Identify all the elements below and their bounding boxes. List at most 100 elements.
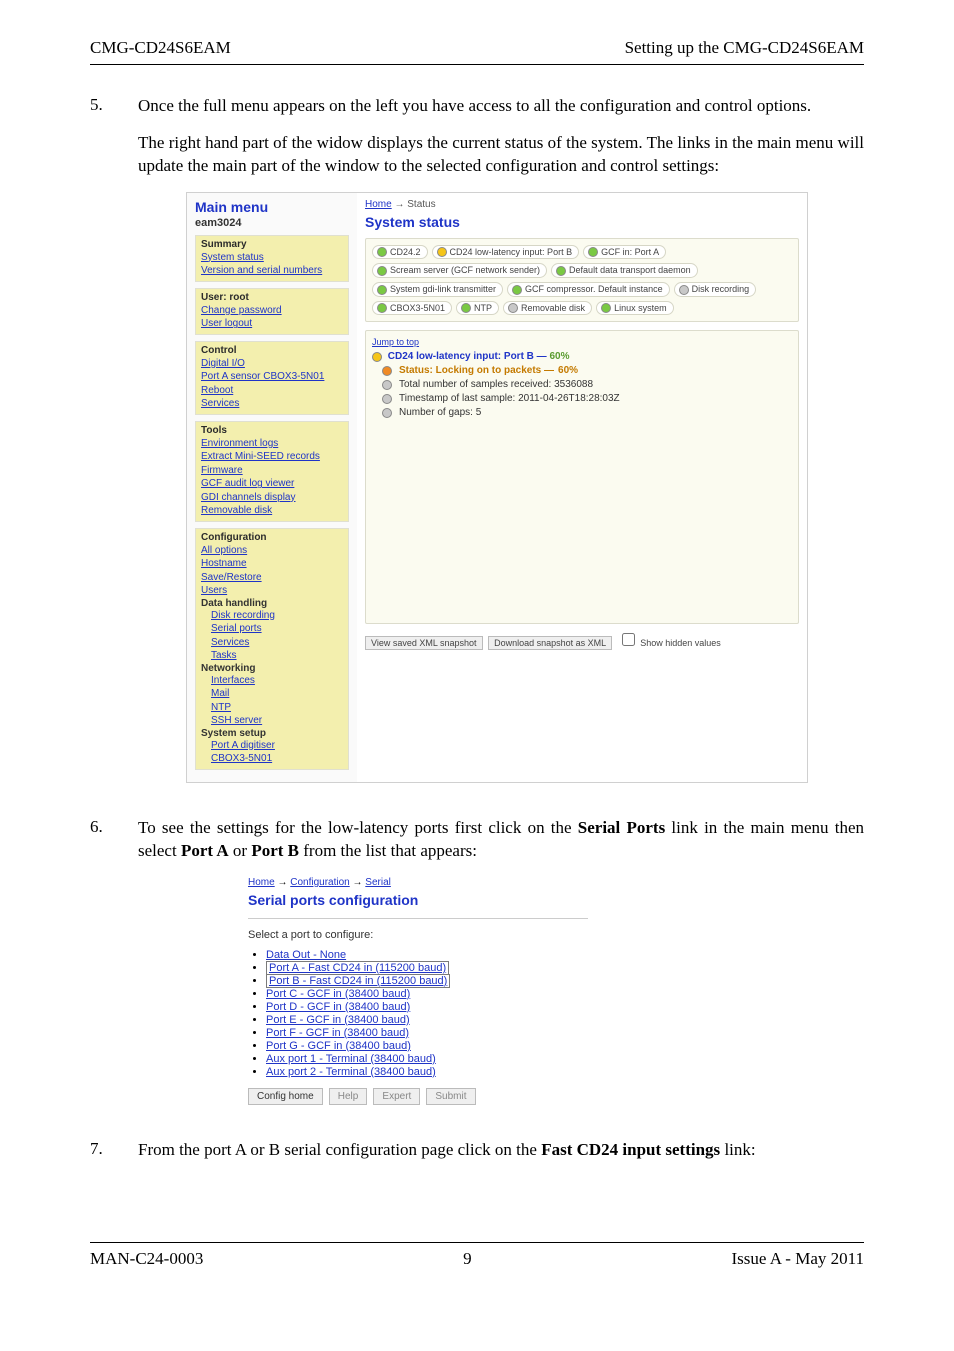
link-reboot[interactable]: Reboot	[201, 384, 343, 398]
link-gcf-audit[interactable]: GCF audit log viewer	[201, 477, 343, 491]
port-link[interactable]: Port E - GCF in (38400 baud)	[266, 1014, 410, 1026]
divider	[248, 918, 588, 919]
port-link[interactable]: Aux port 1 - Terminal (38400 baud)	[266, 1053, 436, 1065]
port-link[interactable]: Port A - Fast CD24 in (115200 baud)	[266, 961, 449, 975]
led-icon	[382, 366, 392, 376]
step-body: Once the full menu appears on the left y…	[138, 95, 864, 801]
section-title: User: root	[201, 292, 343, 303]
link-firmware[interactable]: Firmware	[201, 464, 343, 478]
port-link[interactable]: Port B - Fast CD24 in (115200 baud)	[266, 974, 450, 988]
status-pill[interactable]: Default data transport daemon	[551, 263, 698, 278]
status-pill[interactable]: Removable disk	[503, 301, 592, 316]
port-link[interactable]: Port G - GCF in (38400 baud)	[266, 1040, 411, 1052]
config-home-button[interactable]: Config home	[248, 1088, 323, 1105]
link-hostname[interactable]: Hostname	[201, 557, 343, 571]
status-lines: Status: Locking on to packets — 60%Total…	[372, 364, 792, 420]
status-pill[interactable]: GCF compressor. Default instance	[507, 282, 670, 297]
led-icon	[588, 247, 598, 257]
crumb-home[interactable]: Home	[248, 877, 275, 888]
crumb-configuration[interactable]: Configuration	[290, 877, 349, 888]
view-snapshot-button[interactable]: View saved XML snapshot	[365, 636, 483, 650]
status-line: Status: Locking on to packets — 60%	[382, 364, 792, 378]
expert-button[interactable]: Expert	[373, 1088, 420, 1105]
status-pill[interactable]: GCF in: Port A	[583, 245, 666, 260]
step-5: 5. Once the full menu appears on the lef…	[90, 95, 864, 801]
status-pill[interactable]: System gdi-link transmitter	[372, 282, 503, 297]
link-all-options[interactable]: All options	[201, 544, 343, 558]
link-services[interactable]: Services	[201, 397, 343, 411]
submit-button[interactable]: Submit	[426, 1088, 475, 1105]
link-porta-sensor[interactable]: Port A sensor CBOX3-5N01	[201, 370, 343, 384]
link-services[interactable]: Services	[211, 636, 343, 650]
page-footer: MAN-C24-0003 9 Issue A - May 2011	[90, 1243, 864, 1307]
status-pill[interactable]: NTP	[456, 301, 499, 316]
status-pills: CD24.2CD24 low-latency input: Port BGCF …	[365, 238, 799, 323]
led-icon	[377, 285, 387, 295]
status-pill[interactable]: CBOX3-5N01	[372, 301, 452, 316]
page-content: 5. Once the full menu appears on the lef…	[0, 65, 954, 1242]
link-porta-digitiser[interactable]: Port A digitiser	[211, 739, 343, 753]
port-link[interactable]: Aux port 2 - Terminal (38400 baud)	[266, 1066, 436, 1078]
status-pill[interactable]: Scream server (GCF network sender)	[372, 263, 547, 278]
list-item: Port F - GCF in (38400 baud)	[266, 1027, 588, 1039]
link-users[interactable]: Users	[201, 584, 343, 598]
subhead-networking: Networking	[201, 663, 343, 674]
port-link[interactable]: Port F - GCF in (38400 baud)	[266, 1027, 409, 1039]
list-item: Port C - GCF in (38400 baud)	[266, 988, 588, 1000]
list-item: Port D - GCF in (38400 baud)	[266, 1001, 588, 1013]
port-link[interactable]: Data Out - None	[266, 949, 346, 961]
link-version-serial[interactable]: Version and serial numbers	[201, 264, 343, 278]
header-left: CMG-CD24S6EAM	[90, 38, 231, 58]
link-disk-recording[interactable]: Disk recording	[211, 609, 343, 623]
link-system-status[interactable]: System status	[201, 251, 343, 265]
step7-text: From the port A or B serial configuratio…	[138, 1139, 864, 1162]
status-pill[interactable]: Linux system	[596, 301, 674, 316]
status-line: Total number of samples received: 353608…	[382, 378, 792, 392]
led-icon	[508, 303, 518, 313]
link-ntp[interactable]: NTP	[211, 701, 343, 715]
step-number: 5.	[90, 95, 108, 801]
led-icon	[377, 303, 387, 313]
status-pill[interactable]: CD24.2	[372, 245, 428, 260]
page-header: CMG-CD24S6EAM Setting up the CMG-CD24S6E…	[0, 0, 954, 64]
link-env-logs[interactable]: Environment logs	[201, 437, 343, 451]
status-pill[interactable]: CD24 low-latency input: Port B	[432, 245, 580, 260]
crumb-home[interactable]: Home	[365, 199, 392, 210]
help-button[interactable]: Help	[329, 1088, 368, 1105]
show-hidden-label: Show hidden values	[640, 638, 721, 648]
status-title-text: CD24 low-latency input: Port B —	[388, 351, 550, 362]
port-link[interactable]: Port C - GCF in (38400 baud)	[266, 988, 410, 1000]
step-body: To see the settings for the low-latency …	[138, 817, 864, 1123]
section-configuration: Configuration All options Hostname Save/…	[195, 528, 349, 770]
led-icon	[437, 247, 447, 257]
link-gdi-channels[interactable]: GDI channels display	[201, 491, 343, 505]
jump-to-top-link[interactable]: Jump to top	[372, 337, 419, 347]
link-removable-disk[interactable]: Removable disk	[201, 504, 343, 518]
led-icon	[382, 380, 392, 390]
link-extract-miniseed[interactable]: Extract Mini-SEED records	[201, 450, 343, 464]
list-item: Port A - Fast CD24 in (115200 baud)	[266, 962, 588, 974]
link-digital-io[interactable]: Digital I/O	[201, 357, 343, 371]
crumb-serial[interactable]: Serial	[365, 877, 391, 888]
led-icon	[382, 408, 392, 418]
link-cbox[interactable]: CBOX3-5N01	[211, 752, 343, 766]
link-mail[interactable]: Mail	[211, 687, 343, 701]
section-title: Summary	[201, 239, 343, 250]
link-user-logout[interactable]: User logout	[201, 317, 343, 331]
show-hidden-checkbox[interactable]	[622, 633, 635, 646]
port-link[interactable]: Port D - GCF in (38400 baud)	[266, 1001, 410, 1013]
status-pill[interactable]: Disk recording	[674, 282, 757, 297]
link-ssh-server[interactable]: SSH server	[211, 714, 343, 728]
subhead-data-handling: Data handling	[201, 598, 343, 609]
led-icon	[461, 303, 471, 313]
link-tasks[interactable]: Tasks	[211, 649, 343, 663]
link-serial-ports[interactable]: Serial ports	[211, 622, 343, 636]
snapshot-controls: View saved XML snapshot Download snapsho…	[365, 630, 799, 650]
link-change-password[interactable]: Change password	[201, 304, 343, 318]
page-title: System status	[365, 214, 799, 230]
list-item: Aux port 1 - Terminal (38400 baud)	[266, 1053, 588, 1065]
download-snapshot-button[interactable]: Download snapshot as XML	[488, 636, 612, 650]
link-save-restore[interactable]: Save/Restore	[201, 571, 343, 585]
link-interfaces[interactable]: Interfaces	[211, 674, 343, 688]
footer-left: MAN-C24-0003	[90, 1249, 203, 1269]
